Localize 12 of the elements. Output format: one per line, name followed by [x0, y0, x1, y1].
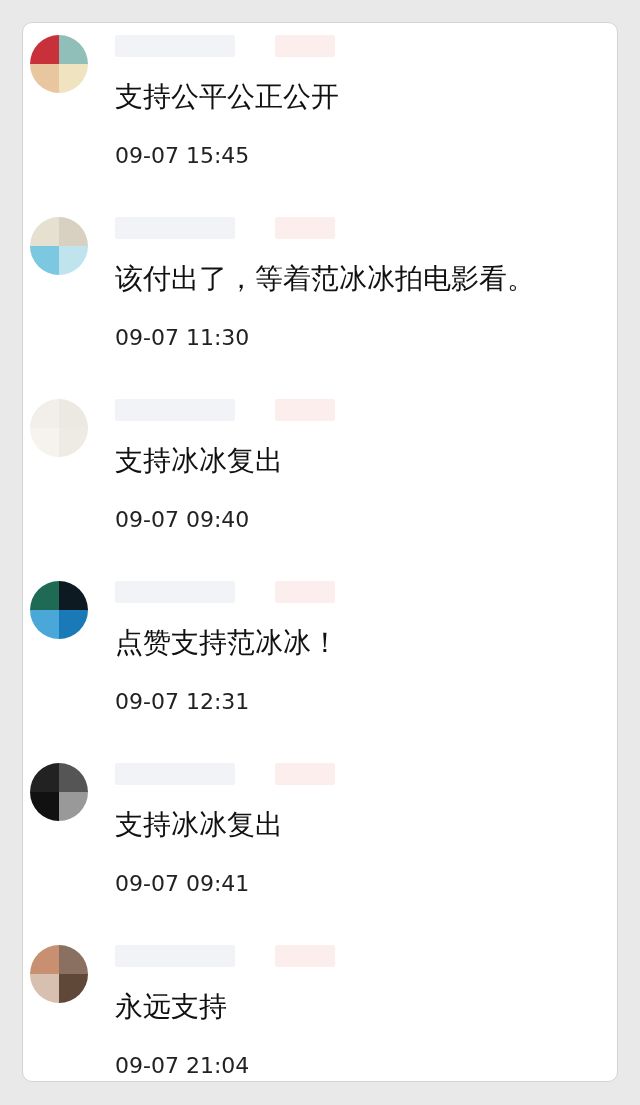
comment-time: 09-07 09:41 [115, 870, 251, 898]
comment-text: 该付出了，等着范冰冰拍电影看。 [115, 261, 535, 297]
comment-text: 支持冰冰复出 [115, 807, 284, 843]
comment-time: 09-07 15:45 [115, 142, 251, 170]
comment-time: 09-07 09:40 [115, 506, 251, 534]
comment-time: 09-07 11:30 [115, 324, 251, 352]
comment-text: 点赞支持范冰冰！ [115, 625, 339, 661]
comment-time: 09-07 12:31 [115, 688, 251, 716]
comment-time: 09-07 21:04 [115, 1052, 251, 1080]
comment-text: 支持公平公正公开 [115, 79, 339, 115]
comment-text: 支持冰冰复出 [115, 443, 284, 479]
comment-text: 永远支持 [115, 989, 228, 1025]
